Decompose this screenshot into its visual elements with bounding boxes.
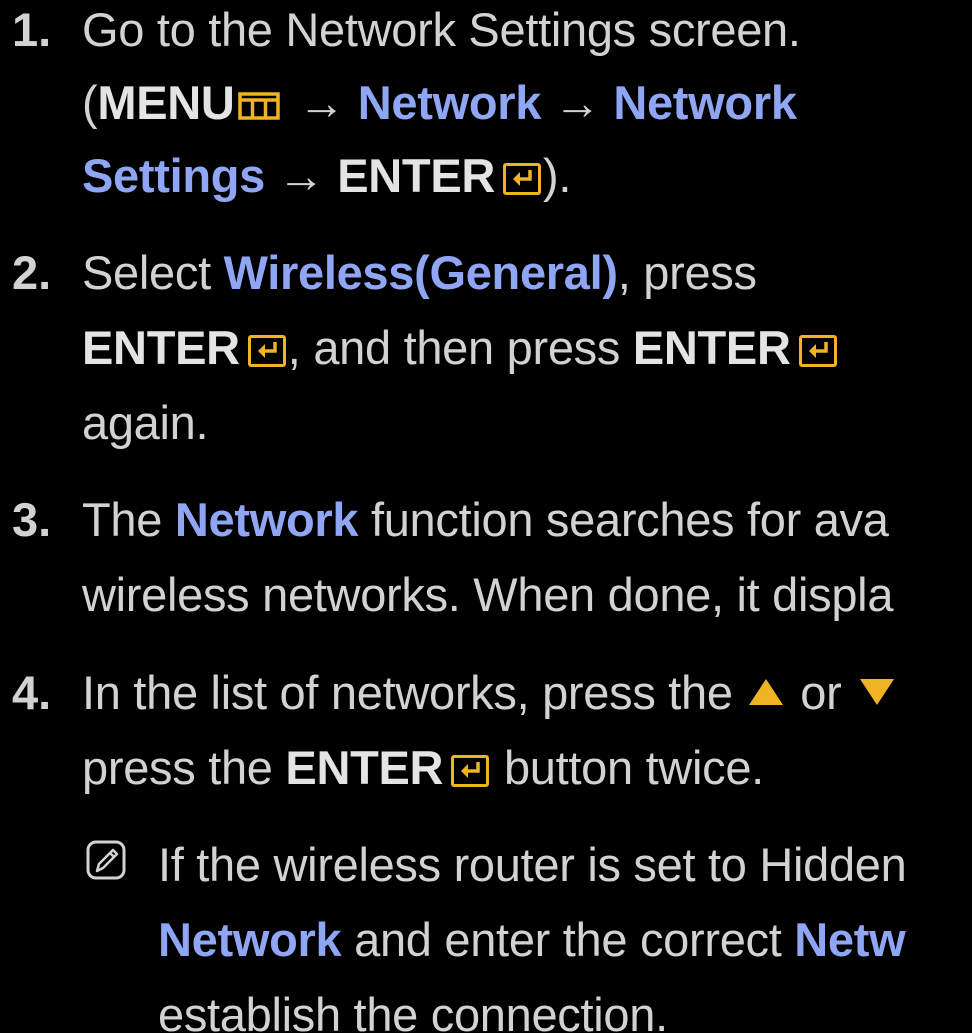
step-text: , and then press [287,321,633,374]
down-triangle-icon [860,679,895,705]
menu-icon [237,75,280,120]
step-1-line-2: (MENU → Network → Network [82,73,797,133]
paren-close: ). [543,149,572,202]
enter-icon [503,163,542,195]
step-number: 2. [12,246,52,299]
step-text: Select [82,246,224,299]
step-2-line-3: again. [82,393,209,453]
step-1-line-1: Go to the Network Settings screen. [82,0,801,60]
step-number: 4. [12,666,52,719]
note-text: establish the connection. [158,988,668,1033]
wireless-general-label: Wireless(General) [223,246,618,299]
step-number: 1. [12,3,52,56]
note-text: and enter the correct [341,913,795,966]
step-text: , press [617,246,757,299]
step-number: 3. [12,493,52,546]
enter-icon [451,755,490,787]
step-text: again. [82,396,209,449]
step-4-line-1: In the list of networks, press the or [82,663,895,723]
enter-label: ENTER [82,321,240,374]
arrow: → [541,76,614,129]
menu-label: MENU [97,76,235,129]
step-text: button twice. [491,741,764,794]
settings-label: Settings [82,149,266,202]
step-1-text: Go to the Network Settings screen. [82,3,801,56]
enter-label: ENTER [285,741,444,794]
enter-icon [798,335,837,367]
step-3-line-1: The Network function searches for ava [82,490,889,550]
step-text: function searches for ava [358,493,889,546]
step-text: wireless networks. When done, it displa [82,568,894,621]
step-3-line-2: wireless networks. When done, it displa [82,565,893,625]
step-2-line-1: Select Wireless(General), press [82,243,757,303]
note-line-2: Network and enter the correct Netw [158,910,906,970]
network-label: Netw [794,913,906,966]
step-2-line-2: ENTER, and then press ENTER [82,318,839,378]
arrow: → [285,76,358,129]
enter-label: ENTER [337,149,496,202]
note-line-1: If the wireless router is set to Hidden [158,835,907,895]
paren-open: ( [82,76,98,129]
step-text: or [787,666,855,719]
manual-page: 1. Go to the Network Settings screen. (M… [0,0,972,1033]
network-label: Network [158,913,342,966]
note-line-3: establish the connection. [158,985,668,1033]
arrow: → [265,149,338,202]
step-text: In the list of networks, press the [82,666,746,719]
note-icon [86,840,126,880]
note-text: If the wireless router is set to Hidden [158,838,907,891]
step-text: The [82,493,175,546]
enter-label: ENTER [632,321,791,374]
enter-icon [247,335,286,367]
network-label: Network [174,493,359,546]
step-text: press the [82,741,286,794]
up-triangle-icon [749,679,784,705]
network-label: Network [613,76,797,129]
step-1-line-3: Settings → ENTER). [82,146,571,206]
step-4-line-2: press the ENTER button twice. [82,738,764,798]
network-label: Network [357,76,542,129]
